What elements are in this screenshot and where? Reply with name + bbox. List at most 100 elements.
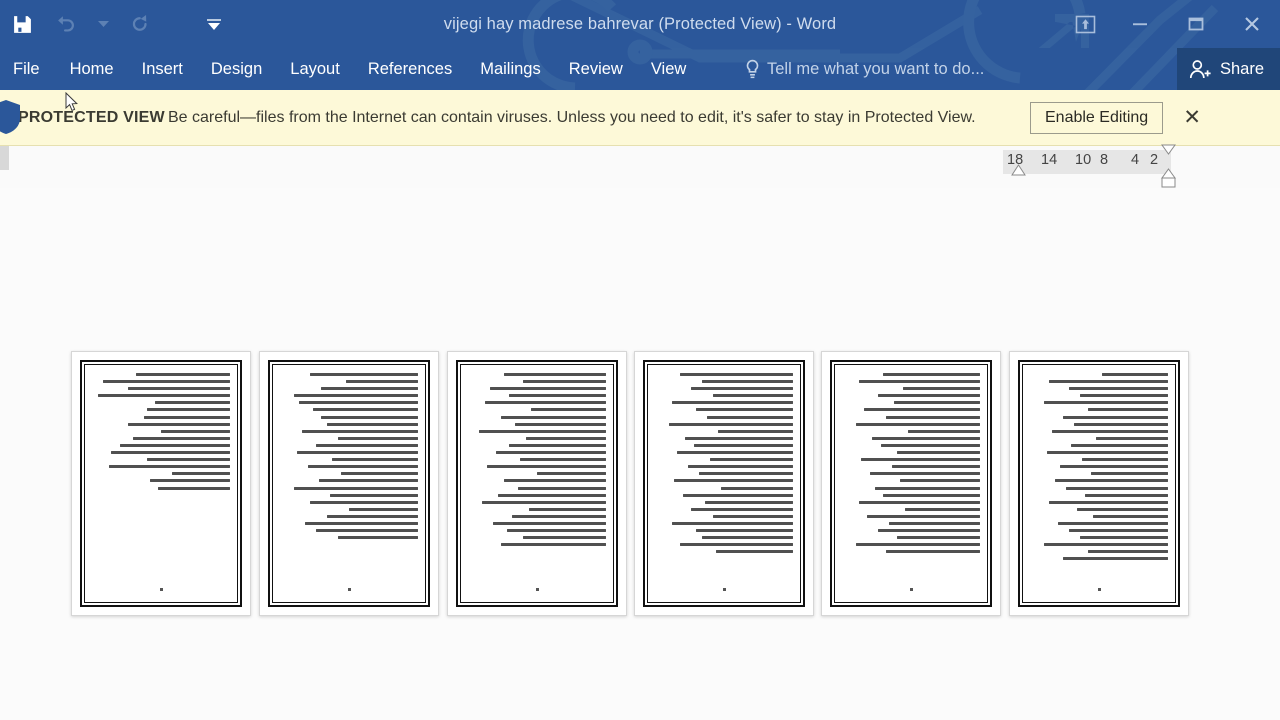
ruler-tick-8: 8 (1100, 152, 1109, 168)
tab-review[interactable]: Review (555, 48, 637, 90)
document-text-line (902, 387, 980, 391)
page-4[interactable] (634, 351, 814, 616)
page-5[interactable] (821, 351, 1001, 616)
page-footer-mark (832, 578, 990, 596)
document-text-line (671, 401, 793, 405)
document-text-line (1087, 408, 1168, 412)
document-text-line (721, 486, 793, 490)
document-text-line (1052, 429, 1168, 433)
document-text-line (517, 486, 606, 490)
close-icon[interactable] (1224, 0, 1280, 48)
page-border-outer (643, 360, 805, 607)
document-text-line (501, 415, 606, 419)
document-text-line (127, 422, 230, 426)
document-text-line (707, 415, 793, 419)
document-text-line (509, 394, 606, 398)
document-text-line (136, 373, 230, 376)
document-text-line (690, 387, 793, 391)
document-text-line (133, 436, 230, 440)
document-text-line (144, 415, 230, 419)
document-text-line (315, 529, 418, 533)
document-text-line (1074, 422, 1168, 426)
title-bar: vijegi hay madrese bahrevar (Protected V… (0, 0, 1280, 48)
document-text-line (682, 493, 793, 497)
document-text-line (293, 394, 418, 398)
document-text-line (337, 436, 418, 440)
document-text-line (1085, 493, 1168, 497)
ruler-corner-tab-selector[interactable] (0, 146, 9, 170)
document-text-line (1087, 550, 1168, 554)
document-text-line (514, 422, 606, 426)
document-text-line (858, 380, 980, 384)
document-text-line (693, 443, 793, 447)
tab-view[interactable]: View (637, 48, 700, 90)
document-text-line (299, 401, 418, 405)
document-text-line (340, 472, 418, 476)
document-text-line (1049, 380, 1168, 384)
document-text-line (710, 458, 793, 462)
redo-icon[interactable] (118, 0, 162, 48)
document-text-line (696, 408, 793, 412)
tab-layout[interactable]: Layout (276, 48, 354, 90)
right-indent-marker[interactable] (1011, 164, 1026, 176)
first-line-indent-marker[interactable] (1161, 144, 1176, 155)
document-text-line (161, 429, 230, 433)
page-1[interactable] (71, 351, 251, 616)
document-text-line (704, 500, 793, 504)
document-text-line (679, 543, 793, 547)
document-text-line (858, 500, 980, 504)
left-indent-box-marker[interactable] (1161, 177, 1176, 188)
document-text-line (886, 415, 980, 419)
tab-home[interactable]: Home (56, 48, 128, 90)
close-protected-view-icon[interactable]: ✕ (1173, 98, 1211, 138)
document-text-line (479, 429, 606, 433)
enable-editing-button[interactable]: Enable Editing (1030, 101, 1164, 134)
document-text-line (147, 458, 230, 462)
tell-me-search[interactable]: Tell me what you want to do... (745, 48, 984, 90)
minimize-icon[interactable] (1112, 0, 1168, 48)
save-icon[interactable] (0, 0, 44, 48)
tab-design[interactable]: Design (197, 48, 276, 90)
document-text-line (1090, 472, 1168, 476)
document-text-line (537, 472, 606, 476)
document-text-line (103, 380, 230, 384)
document-text-line (127, 387, 230, 391)
page-text-body (272, 364, 426, 603)
ruler-tick-10: 10 (1075, 152, 1092, 168)
page-footer-mark (645, 578, 803, 596)
document-text-line (492, 521, 606, 525)
document-text-line (326, 422, 418, 426)
document-text-line (891, 465, 980, 469)
page-footer-mark (1020, 578, 1178, 596)
restore-icon[interactable] (1168, 0, 1224, 48)
person-add-icon (1189, 60, 1211, 79)
page-3[interactable] (447, 351, 627, 616)
undo-dropdown-chevron-down-icon[interactable] (88, 0, 118, 48)
document-text-line (525, 436, 606, 440)
tab-mailings[interactable]: Mailings (466, 48, 555, 90)
tab-file[interactable]: File (0, 48, 56, 90)
customize-quick-access-toolbar-icon[interactable] (192, 0, 236, 48)
document-text-line (108, 465, 230, 469)
page-border-outer (268, 360, 430, 607)
document-text-line (321, 415, 418, 419)
document-text-line (503, 479, 606, 483)
tell-me-placeholder-text: Tell me what you want to do... (767, 59, 985, 78)
document-text-line (877, 394, 980, 398)
tab-references[interactable]: References (354, 48, 466, 90)
lightbulb-icon (746, 59, 759, 79)
document-text-line (715, 550, 793, 554)
document-text-line (346, 380, 418, 384)
document-canvas[interactable] (0, 188, 1280, 720)
page-6[interactable] (1009, 351, 1189, 616)
document-text-line (498, 493, 606, 497)
document-text-line (321, 387, 418, 391)
ribbon-display-options-icon[interactable] (1058, 0, 1112, 48)
tab-insert[interactable]: Insert (128, 48, 197, 90)
undo-icon[interactable] (44, 0, 88, 48)
page-2[interactable] (259, 351, 439, 616)
document-text-line (1063, 557, 1168, 561)
horizontal-ruler[interactable]: 18 14 10 8 4 2 (1003, 144, 1176, 188)
share-button[interactable]: Share (1176, 48, 1280, 90)
document-text-line (712, 394, 793, 398)
